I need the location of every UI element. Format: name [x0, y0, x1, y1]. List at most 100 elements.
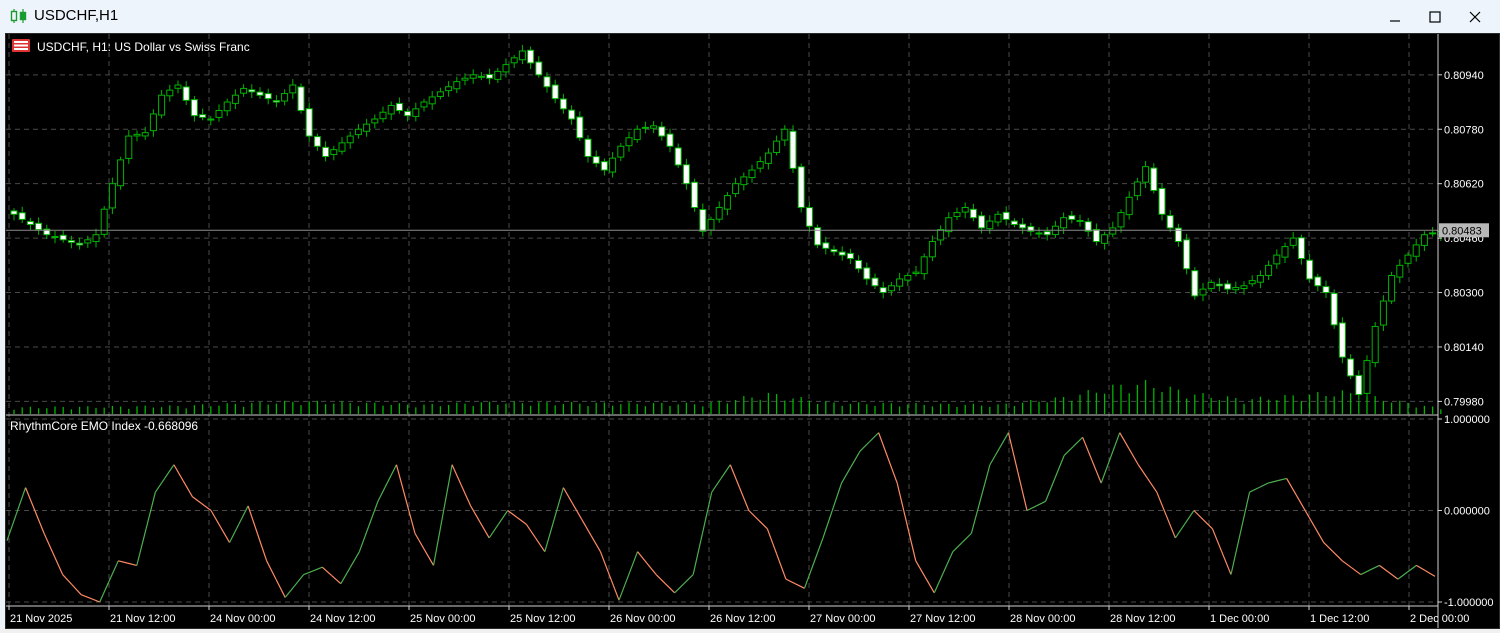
indicator-segment [219, 526, 231, 543]
time-tick-label: 1 Dec 00:00 [1210, 613, 1269, 625]
indicator-segment [1313, 526, 1325, 543]
indicator-segment [1156, 491, 1167, 516]
grid-lines [6, 34, 1438, 606]
candle-body [379, 111, 387, 120]
candle [158, 90, 166, 119]
indicator-segment [432, 514, 444, 566]
indicator-segment [479, 521, 490, 539]
indicator-segment [609, 575, 620, 601]
candle-body [313, 136, 321, 147]
candle-body [92, 234, 100, 243]
indicator-segment [229, 523, 240, 543]
indicator-segment [664, 583, 676, 594]
candle [395, 97, 403, 114]
maximize-button[interactable] [1415, 0, 1455, 33]
candle [518, 44, 526, 65]
indicator-segment [572, 503, 583, 520]
candle [354, 123, 362, 139]
candle [108, 177, 116, 215]
chart-area[interactable]: 0.80940 0.80780 0.80620 0.80460 0.80300 0.801… [5, 33, 1500, 629]
candle [281, 89, 289, 106]
indicator-segment [562, 487, 574, 504]
candle-body [748, 169, 756, 179]
candle [363, 118, 371, 137]
time-tick-label: 2 Dec 00:00 [1410, 613, 1469, 625]
candle-body [141, 132, 149, 137]
indicator-segment [1286, 478, 1297, 495]
indicator-segment [1379, 564, 1389, 573]
candle-body [1035, 232, 1043, 235]
indicator-tick-label: 1.000000 [1444, 414, 1490, 426]
candle [969, 203, 977, 222]
indicator-segment [998, 432, 1009, 450]
candle-body [1314, 276, 1322, 287]
chart-canvas[interactable]: 0.809400.807800.806200.804600.803000.801… [6, 34, 1499, 628]
candle-body [264, 93, 272, 100]
candle [1412, 238, 1420, 262]
candle-body [412, 108, 420, 117]
candle-body [732, 183, 740, 195]
indicator-segment [581, 519, 592, 536]
candle [445, 81, 453, 97]
candle [961, 202, 969, 219]
candle-body [190, 99, 198, 117]
candle [1101, 231, 1109, 250]
indicator-segment [525, 523, 537, 539]
candle [814, 224, 822, 249]
candle [436, 87, 444, 100]
indicator-segment [599, 551, 611, 577]
candle [1183, 233, 1191, 275]
indicator-segment [961, 532, 972, 543]
candle [10, 208, 18, 221]
indicator-segment [1341, 560, 1352, 569]
indicator-segment [1026, 505, 1037, 512]
candle-body [600, 161, 608, 171]
candle-body [494, 70, 502, 80]
candle [494, 67, 502, 84]
candle [387, 101, 395, 121]
candle-body [1256, 275, 1264, 283]
candle-body [576, 116, 584, 139]
candle [1314, 273, 1322, 292]
candle [1306, 254, 1314, 283]
current-price-badge: 0.80483 [1439, 223, 1489, 238]
candle-body [625, 137, 633, 147]
candle-body [108, 183, 116, 209]
candle-body [76, 242, 84, 246]
candle-body [1010, 220, 1018, 226]
candle-body [158, 94, 166, 116]
candle [871, 273, 879, 289]
title-bar[interactable]: USDCHF,H1 [0, 0, 1500, 33]
candlestick-chart-icon [10, 9, 27, 23]
candle-body [1265, 264, 1273, 276]
candle [1117, 209, 1125, 233]
candle-body [338, 142, 346, 152]
indicator-segment [785, 578, 796, 585]
indicator-segment [210, 510, 221, 527]
indicator-segment [516, 516, 527, 525]
candle-body [1019, 223, 1027, 229]
close-button[interactable] [1455, 0, 1495, 33]
candle [117, 156, 125, 190]
indicator-segment [646, 562, 657, 575]
indicator-segment [915, 560, 926, 578]
indicator-segment [970, 498, 982, 534]
indicator-segment [423, 549, 435, 566]
indicator-segment [182, 480, 193, 498]
indicator-segment [618, 575, 629, 601]
candle [756, 156, 764, 173]
candle-body [510, 57, 518, 64]
indicator-segment [80, 594, 91, 599]
indicator-segment [1211, 528, 1223, 552]
candle [682, 158, 690, 190]
candle-body [1347, 358, 1355, 377]
indicator-segment [1369, 564, 1380, 571]
indicator-segment [1304, 510, 1315, 527]
candle-body [1215, 283, 1223, 287]
candle-body [453, 81, 461, 90]
maximize-icon [1429, 10, 1441, 23]
minimize-button[interactable] [1375, 0, 1415, 33]
indicator-segment [368, 501, 379, 527]
candle-body [961, 206, 969, 213]
indicator-segment [711, 478, 722, 493]
